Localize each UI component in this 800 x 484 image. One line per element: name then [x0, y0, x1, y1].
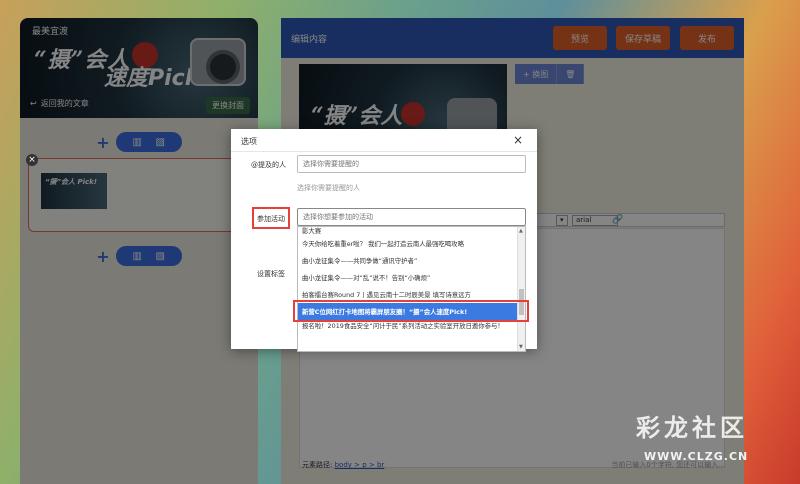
image-toolbar: + 换图 🗑	[515, 64, 585, 84]
cover-title-a: “摄”会人	[34, 47, 131, 73]
brand-watermark: 彩龙社区	[636, 413, 748, 442]
article-card[interactable]: “摄”会人 Pick!	[28, 158, 250, 232]
mention-label: @提及的人	[251, 161, 286, 169]
activity-select[interactable]	[297, 208, 526, 226]
poster-title: “摄”会人	[311, 103, 403, 129]
text-block-icon[interactable]: ▥	[132, 137, 141, 148]
activity-option[interactable]: 影大赛	[298, 227, 525, 235]
remove-card-icon[interactable]: ×	[26, 154, 38, 166]
replace-image-button[interactable]: + 换图	[515, 64, 558, 84]
delete-image-icon[interactable]: 🗑	[557, 64, 585, 84]
change-cover-button[interactable]: 更换封面	[206, 97, 250, 114]
path-label: 元素路径:	[302, 461, 333, 469]
site-name: 最美宜渡	[32, 27, 69, 37]
preview-button[interactable]: 预览	[553, 26, 607, 50]
image-block-icon[interactable]: ▧	[155, 251, 164, 262]
activity-label: 参加活动	[257, 215, 285, 223]
paragraph-select[interactable]: ▾	[556, 215, 568, 226]
scroll-down-icon[interactable]: ▼	[519, 344, 523, 350]
add-content-pill: ▥ ▧	[115, 246, 182, 266]
publish-button[interactable]: 发布	[680, 26, 734, 50]
camera-icon	[190, 38, 246, 86]
dialog-title: 选项	[241, 137, 257, 146]
font-family-select[interactable]: arial	[572, 215, 618, 226]
editor-title: 编辑内容	[291, 35, 328, 45]
brand-watermark-url: WWW.CLZG.CN	[644, 450, 749, 463]
activity-option[interactable]: 今天你给吃着重er啦？ 我们一起打造云南人最强吃喝攻略	[298, 235, 525, 252]
add-block-row-top: + ▥ ▧	[20, 132, 258, 152]
close-icon[interactable]: ×	[513, 133, 523, 147]
save-draft-button[interactable]: 保存草稿	[616, 26, 670, 50]
editor-header: 编辑内容 预览 保存草稿 发布	[281, 18, 744, 58]
text-block-icon[interactable]: ▥	[132, 251, 141, 262]
mention-input[interactable]	[297, 155, 526, 173]
cover-title-b: 速度Pick!	[104, 66, 210, 91]
back-arrow-icon: ↩	[30, 99, 37, 108]
article-list-panel: 最美宜渡 “摄”会人 速度Pick! ↩ 返回我的文章 更换封面 + ▥ ▧ ×…	[20, 18, 258, 484]
image-block-icon[interactable]: ▧	[155, 137, 164, 148]
poster-badge-icon	[401, 102, 425, 126]
options-dialog: 选项 × @提及的人 选择你需要提醒的人 参加活动 设置标签 影大赛 今天你给吃…	[231, 129, 537, 352]
attachment-icon[interactable]: 🔗	[612, 215, 623, 225]
activity-option[interactable]: 报名啦！2019食品安全“问计于民”系列活动之实验室开放日邀你参与！	[298, 320, 525, 344]
back-label: 返回我的文章	[40, 99, 89, 108]
dropdown-scrollbar[interactable]: ▲ ▼	[517, 227, 525, 351]
path-links[interactable]: body > p > br	[335, 461, 385, 469]
add-plus-icon[interactable]: +	[96, 133, 109, 152]
selected-activity-highlight	[293, 300, 529, 322]
activity-option[interactable]: 曲小龙征集令——对“乱”说不！告别“小确烦”	[298, 269, 525, 286]
tag-label: 设置标签	[257, 270, 285, 278]
cover-badge-icon	[132, 42, 158, 68]
add-content-pill: ▥ ▧	[115, 132, 182, 152]
cover-image: 最美宜渡 “摄”会人 速度Pick! ↩ 返回我的文章 更换封面	[20, 18, 258, 118]
add-plus-icon[interactable]: +	[96, 247, 109, 266]
card-thumbnail: “摄”会人 Pick!	[41, 173, 107, 209]
add-block-row-bottom: + ▥ ▧	[20, 246, 258, 266]
divider	[231, 151, 537, 152]
scroll-up-icon[interactable]: ▲	[519, 228, 523, 234]
activity-dropdown: 影大赛 今天你给吃着重er啦？ 我们一起打造云南人最强吃喝攻略 曲小龙征集令——…	[297, 226, 526, 352]
back-to-articles-button[interactable]: ↩ 返回我的文章	[30, 98, 89, 109]
mention-hint: 选择你需要提醒的人	[297, 184, 360, 192]
activity-option[interactable]: 曲小龙征集令——共同争做“通讯守护者”	[298, 252, 525, 269]
